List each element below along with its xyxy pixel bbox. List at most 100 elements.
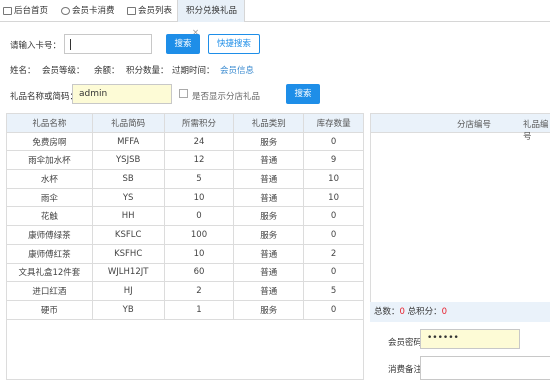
table-cell: WJLH12JT	[91, 262, 165, 283]
tab-bar: 后台首页 会员卡消费 会员列表 积分兑换礼品 ×	[0, 0, 550, 38]
table-cell: 雨伞加水杯	[6, 150, 93, 171]
member-level-label: 会员等级：	[42, 66, 85, 76]
table-row[interactable]: 雨伞加水杯 YSJSB 12 普通 9	[6, 150, 364, 171]
table-row[interactable]: 花触 HH 0 服务 0	[6, 206, 364, 227]
table-row[interactable]: 免费房啊 MFFA 24 服务 0	[6, 131, 364, 152]
user-icon	[61, 7, 70, 15]
gift-filter-value: admin	[79, 89, 108, 99]
table-cell: 9	[303, 150, 364, 171]
table-cell: 文具礼盒12件套	[6, 262, 93, 283]
table-row[interactable]: 文具礼盒12件套 WJLH12JT 60 普通 0	[6, 262, 364, 283]
table-cell: 水杯	[6, 169, 93, 189]
table-cell: 0	[303, 262, 364, 283]
total-points-value: 0	[441, 307, 448, 317]
member-info-link[interactable]: 会员信息	[220, 64, 254, 76]
table-cell: 10	[163, 187, 235, 208]
table-cell: YS	[91, 187, 165, 208]
total-label: 总数：	[374, 307, 400, 317]
table-cell: 60	[163, 262, 235, 283]
table-cell: KSFLC	[91, 225, 165, 245]
table-row[interactable]: 雨伞 YS 10 普通 10	[6, 187, 364, 208]
column-header: 礼品简码	[91, 113, 165, 133]
table-cell: 普通	[233, 262, 305, 283]
table-cell: 服务	[233, 225, 305, 245]
column-header: 礼品名称	[6, 113, 93, 133]
tab-member-list-label: 会员列表	[138, 6, 173, 16]
table-cell: 5	[303, 281, 364, 301]
list-icon	[127, 7, 136, 15]
table-cell: 0	[163, 206, 235, 227]
branch-gift-checkbox-label: 是否显示分店礼品	[192, 92, 261, 102]
tab-member-list[interactable]: 会员列表	[124, 0, 176, 22]
tab-points-redeem[interactable]: 积分兑换礼品 ×	[177, 0, 245, 38]
table-cell: 100	[163, 225, 235, 245]
table-cell: HJ	[91, 281, 165, 301]
gift-filter-label: 礼品名称或简码：	[10, 92, 79, 102]
column-header: 礼品类别	[233, 113, 305, 133]
card-search-button[interactable]: 搜索	[166, 34, 200, 54]
quick-search-button[interactable]: 快捷搜索	[208, 34, 260, 54]
tab-points-redeem-label: 积分兑换礼品	[186, 6, 238, 16]
home-icon	[3, 7, 12, 15]
member-password-input[interactable]: ••••••	[420, 329, 520, 349]
column-header: 分店编号	[457, 120, 492, 130]
table-cell: 硬币	[6, 299, 93, 320]
table-cell: 5	[163, 169, 235, 189]
table-cell: 0	[303, 299, 364, 320]
password-mask: ••••••	[427, 333, 459, 343]
table-row[interactable]: 水杯 SB 5 普通 10	[6, 169, 364, 189]
branch-gift-header: 分店编号 礼品编号	[371, 114, 550, 142]
table-cell: 12	[163, 150, 235, 171]
table-cell: MFFA	[91, 131, 165, 152]
column-header: 所需积分	[163, 113, 235, 133]
table-cell: 服务	[233, 206, 305, 227]
table-cell: 2	[163, 281, 235, 301]
table-cell: YSJSB	[91, 150, 165, 171]
table-cell: 服务	[233, 299, 305, 320]
table-cell: 0	[303, 225, 364, 245]
table-cell: 10	[303, 169, 364, 189]
table-row[interactable]: 进口红酒 HJ 2 普通 5	[6, 281, 364, 301]
table-cell: 24	[163, 131, 235, 152]
table-cell: SB	[91, 169, 165, 189]
table-row[interactable]: 康师傅绿茶 KSFLC 100 服务 0	[6, 225, 364, 245]
table-cell: 服务	[233, 131, 305, 152]
tab-home-label: 后台首页	[14, 6, 49, 16]
table-cell: 雨伞	[6, 187, 93, 208]
table-cell: 花触	[6, 206, 93, 227]
table-cell: YB	[91, 299, 165, 320]
tab-member-card-consume[interactable]: 会员卡消费	[58, 0, 124, 22]
member-expire-label: 过期时间：	[172, 66, 215, 76]
table-cell: 2	[303, 243, 364, 264]
table-cell: 进口红酒	[6, 281, 93, 301]
tab-home[interactable]: 后台首页	[0, 0, 58, 22]
summary-bar: 总数：0 总积分：0	[370, 302, 550, 322]
gift-search-button[interactable]: 搜索	[286, 84, 320, 104]
table-cell: 0	[303, 131, 364, 152]
table-cell: 免费房啊	[6, 131, 93, 152]
table-cell: 普通	[233, 150, 305, 171]
branch-gift-panel: 分店编号 礼品编号	[370, 113, 550, 305]
text-cursor	[70, 39, 71, 50]
table-cell: 康师傅绿茶	[6, 225, 93, 245]
gift-table-header: 礼品名称 礼品简码 所需积分 礼品类别 库存数量	[6, 113, 364, 133]
gift-table: 礼品名称 礼品简码 所需积分 礼品类别 库存数量 免费房啊 MFFA 24 服务 0 雨伞…	[6, 113, 364, 320]
branch-gift-checkbox[interactable]	[179, 89, 188, 98]
member-points-label: 积分数量：	[126, 66, 169, 76]
table-cell: 0	[303, 206, 364, 227]
remark-input[interactable]	[420, 356, 550, 380]
table-row[interactable]: 硬币 YB 1 服务 0	[6, 299, 364, 320]
table-cell: 普通	[233, 243, 305, 264]
table-cell: 普通	[233, 187, 305, 208]
card-number-input[interactable]	[64, 34, 152, 54]
tab-member-card-consume-label: 会员卡消费	[72, 6, 115, 16]
total-points-label: 总积分：	[404, 307, 442, 317]
member-balance-label: 余额：	[94, 66, 120, 76]
column-header: 礼品编号	[523, 120, 549, 142]
table-cell: 普通	[233, 281, 305, 301]
table-cell: 普通	[233, 169, 305, 189]
gift-filter-input[interactable]: admin	[72, 84, 172, 104]
table-cell: KSFHC	[91, 243, 165, 264]
table-row[interactable]: 康师傅红茶 KSFHC 10 普通 2	[6, 243, 364, 264]
table-cell: HH	[91, 206, 165, 227]
